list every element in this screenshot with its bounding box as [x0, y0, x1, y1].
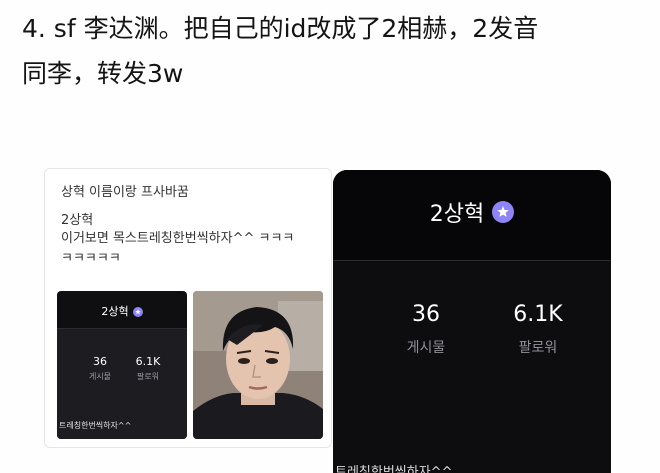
mini-profile-name-row: 2상혁: [57, 303, 187, 319]
post-text-line-1: 이거보면 목스트레칭한번씩하자^^ ㅋㅋㅋ: [61, 231, 295, 246]
followers-count: 6.1K: [513, 302, 563, 327]
mini-profile-name: 2상혁: [101, 305, 129, 318]
post-author: 2상혁: [61, 213, 94, 228]
verified-badge-icon: [132, 307, 143, 317]
profile-divider: [333, 260, 611, 261]
profile-photo[interactable]: [193, 291, 323, 439]
posts-label: 게시물: [406, 340, 446, 356]
post-text: 이거보면 목스트레칭한번씩하자^^ ㅋㅋㅋ ㅋㅋㅋㅋㅋ: [61, 229, 321, 269]
verified-badge-icon: [492, 201, 515, 223]
post-caption: 상혁 이름이랑 프사바꿈: [61, 185, 189, 200]
mini-followers-count: 6.1K: [135, 355, 161, 368]
posts-count: 36: [412, 302, 440, 327]
headline-line-2: 同李，转发3w: [22, 59, 184, 88]
profile-name-row: 2상혁: [333, 196, 611, 228]
followers-stat[interactable]: 6.1K 팔로워: [493, 302, 583, 357]
headline-line-1: 4. sf 李达渊。把自己的id改成了2相赫，2发音: [22, 14, 539, 43]
mini-posts-stat: 36 게시물: [75, 355, 125, 382]
mini-stats-area: 36 게시물 6.1K 팔로워 트레칭한번씩하자^^: [57, 329, 187, 439]
followers-label: 팔로워: [518, 340, 558, 356]
mini-followers-stat: 6.1K 팔로워: [123, 355, 173, 382]
profile-bottom-text: 트레칭한번씩하자^^: [335, 465, 453, 473]
mini-posts-label: 게시물: [88, 372, 112, 381]
mini-posts-count: 36: [93, 355, 107, 368]
post-text-line-2: ㅋㅋㅋㅋㅋ: [61, 251, 121, 266]
person-photo-image: [193, 291, 323, 439]
profile-zoom-panel[interactable]: 2상혁 36 게시물 6.1K 팔로워 트레칭한번씩하자^^: [333, 170, 611, 473]
posts-stat[interactable]: 36 게시물: [381, 302, 471, 357]
weibo-post-screen: 4. sf 李达渊。把自己的id改成了2相赫，2发音 同李，转发3w 상혁 이름…: [0, 0, 660, 473]
profile-name: 2상혁: [429, 202, 485, 227]
mini-followers-label: 팔로워: [136, 372, 160, 381]
shared-post-card[interactable]: 상혁 이름이랑 프사바꿈 2상혁 이거보면 목스트레칭한번씩하자^^ ㅋㅋㅋ ㅋ…: [44, 168, 332, 448]
mini-bottom-text: 트레칭한번씩하자^^: [59, 421, 132, 430]
post-headline: 4. sf 李达渊。把自己的id改成了2相赫，2发音 同李，转发3w: [22, 6, 642, 96]
profile-screenshot-thumbnail[interactable]: 2상혁 36 게시물 6.1K 팔로워 트레칭한번씩하자^^: [57, 291, 187, 439]
